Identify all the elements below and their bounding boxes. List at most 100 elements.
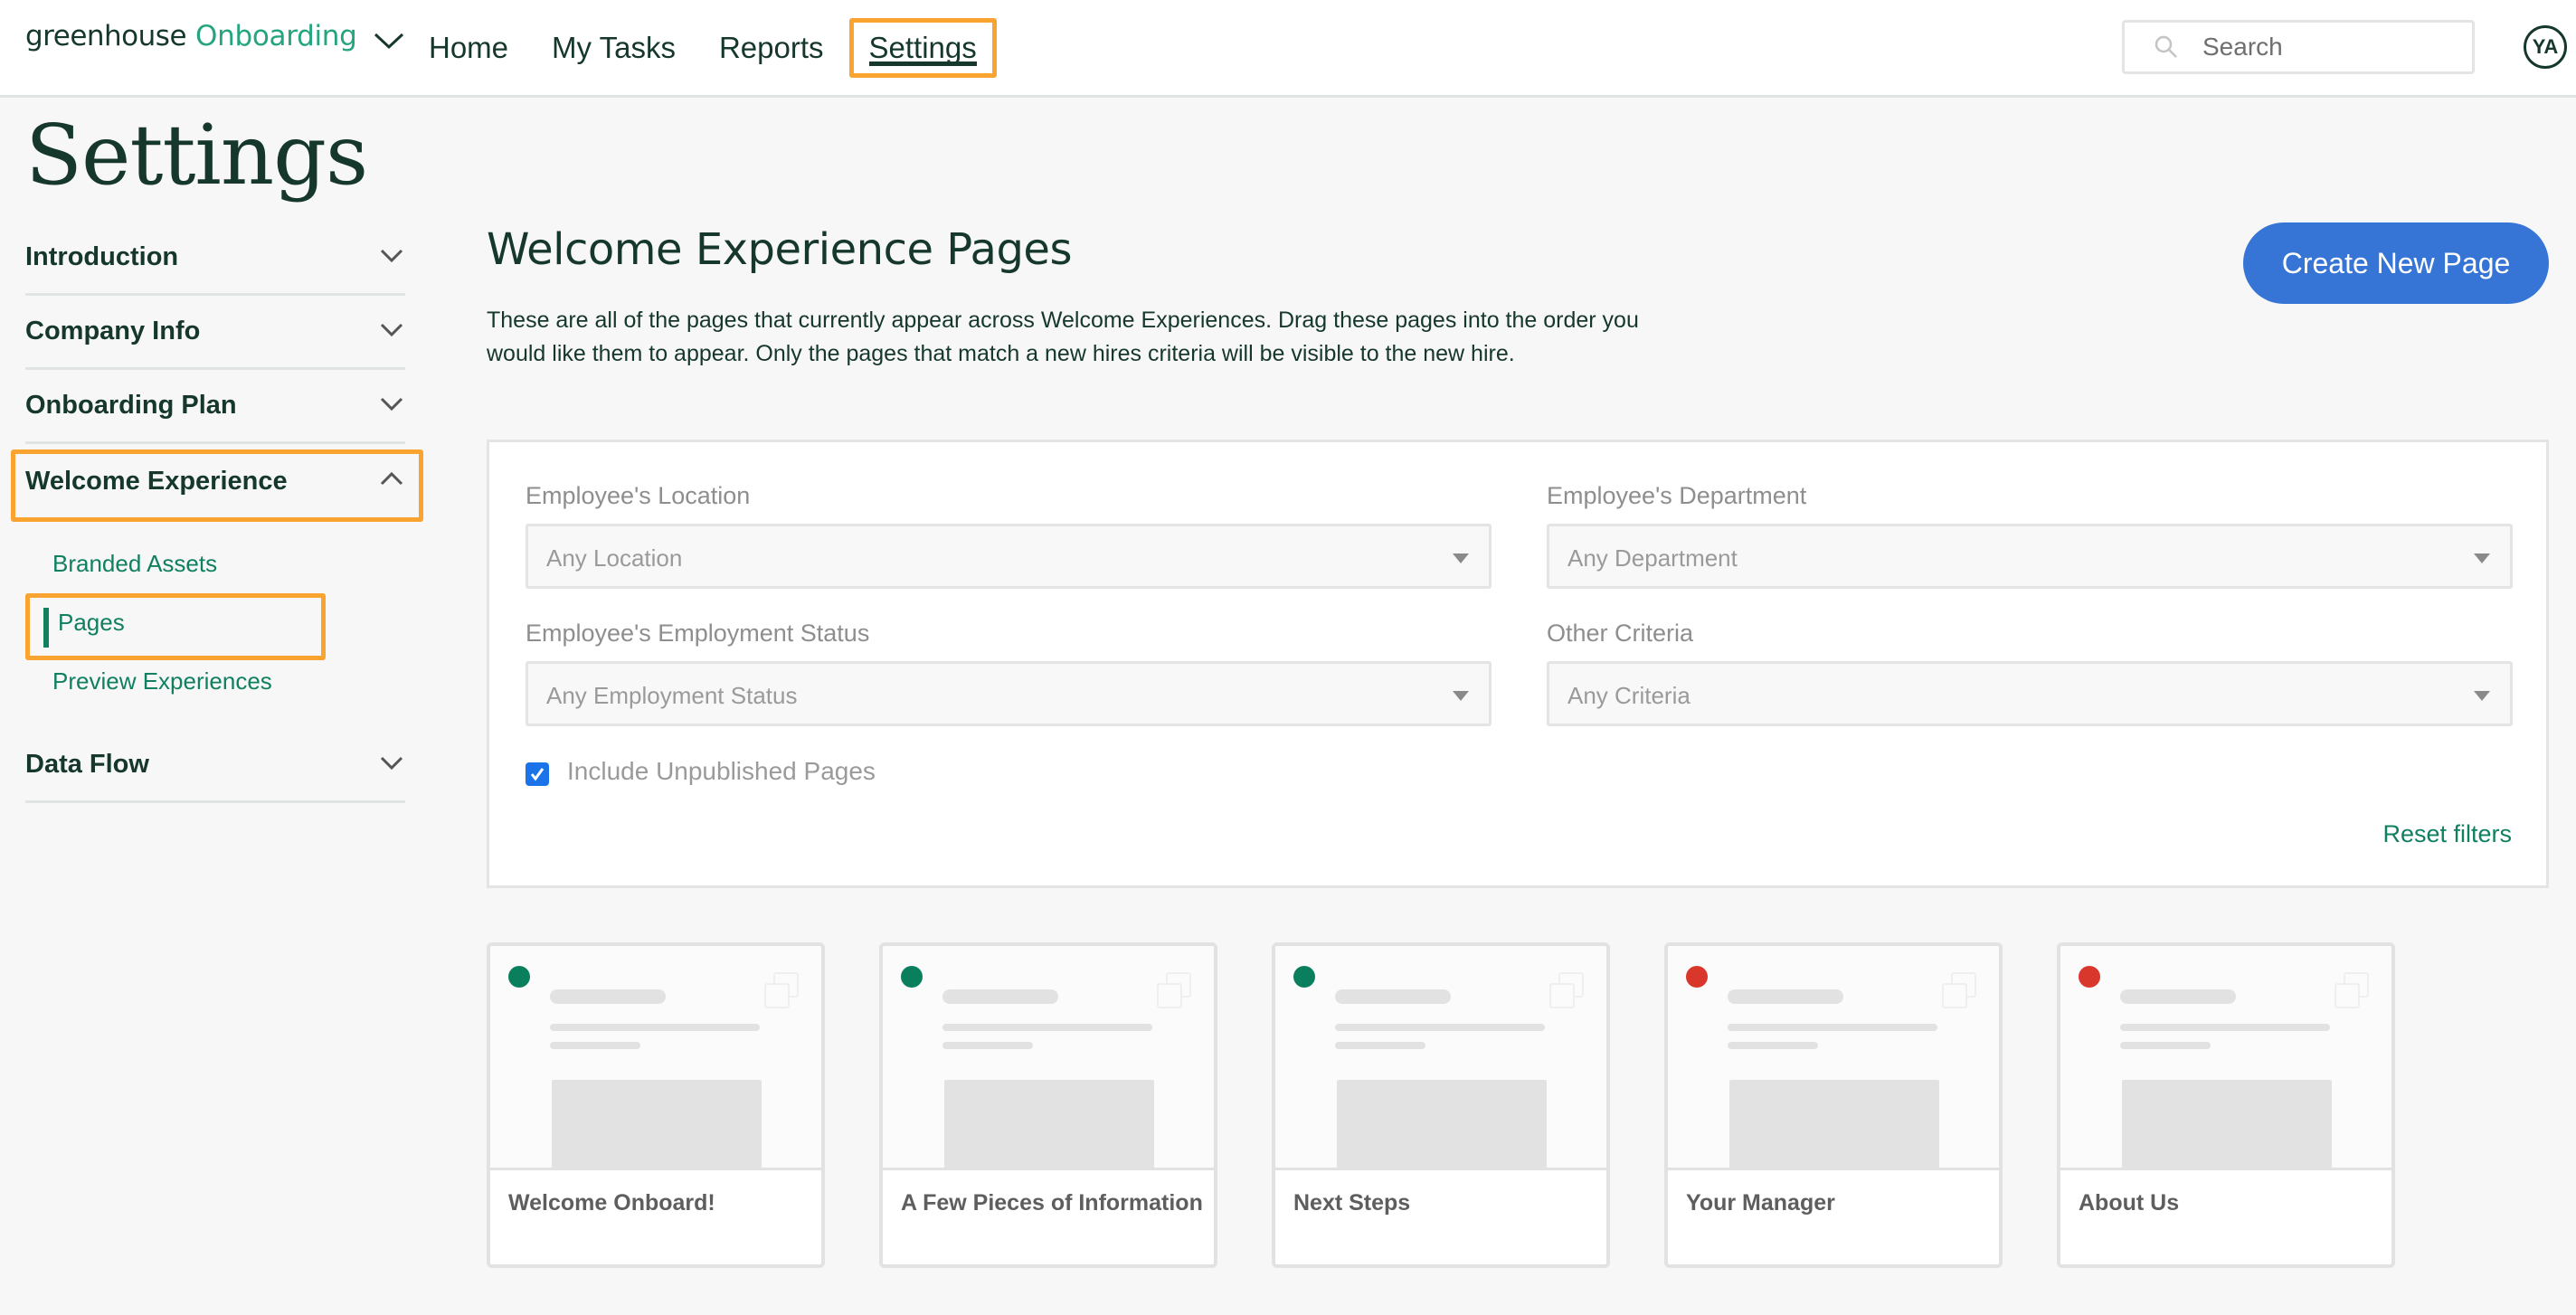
chevron-down-icon	[380, 249, 403, 263]
department-select-value: Any Department	[1567, 544, 1738, 572]
reset-filters-link[interactable]: Reset filters	[2382, 820, 2512, 848]
status-dot-unpublished	[1686, 966, 1708, 988]
nav-home-label: Home	[429, 31, 509, 64]
filter-panel: Employee's Location Any Location Employe…	[487, 440, 2549, 888]
sidebar-section-label: Company Info	[25, 317, 201, 345]
other-criteria-select-value: Any Criteria	[1567, 682, 1690, 709]
caret-down-icon	[2474, 691, 2490, 701]
caret-down-icon	[1453, 553, 1469, 563]
search-input[interactable]: Search	[2122, 20, 2475, 74]
sidebar-item-pages[interactable]: Pages	[25, 593, 405, 660]
duplicate-icon[interactable]	[763, 971, 800, 1009]
include-unpublished-label[interactable]: Include Unpublished Pages	[567, 757, 876, 786]
chevron-up-icon	[380, 471, 403, 486]
placeholder-line	[1335, 1024, 1545, 1031]
sidebar-item-branded-assets[interactable]: Branded Assets	[25, 535, 405, 593]
include-unpublished-checkbox[interactable]	[526, 762, 549, 786]
nav-my-tasks[interactable]: My Tasks	[541, 18, 687, 78]
checkmark-icon	[530, 768, 545, 781]
page-card[interactable]: Welcome Onboard!	[487, 942, 825, 1268]
search-placeholder: Search	[2202, 33, 2283, 61]
nav-home[interactable]: Home	[418, 18, 519, 78]
section-description: These are all of the pages that currentl…	[487, 307, 1639, 366]
location-select-value: Any Location	[546, 544, 683, 572]
placeholder-line	[2120, 989, 2236, 1004]
sidebar-section-welcome-experience[interactable]: Welcome Experience	[11, 444, 423, 522]
sidebar-item-label: Preview Experiences	[52, 667, 272, 695]
placeholder-image	[2122, 1080, 2332, 1170]
placeholder-image	[1729, 1080, 1939, 1170]
page-preview-thumbnail	[2060, 946, 2391, 1170]
nav-reports[interactable]: Reports	[708, 18, 835, 78]
page-card[interactable]: Next Steps	[1272, 942, 1610, 1268]
chevron-down-icon	[380, 397, 403, 412]
caret-down-icon	[1453, 691, 1469, 701]
sidebar-item-label: Branded Assets	[52, 550, 218, 577]
section-title: Welcome Experience Pages	[487, 224, 1072, 275]
nav-settings[interactable]: Settings	[848, 18, 997, 78]
sidebar-item-preview-experiences[interactable]: Preview Experiences	[25, 652, 405, 711]
welcome-experience-subnav: Branded Assets Pages Preview Experiences	[25, 518, 405, 729]
employment-status-select-value: Any Employment Status	[546, 682, 798, 709]
chevron-down-icon[interactable]	[374, 32, 404, 50]
page-card[interactable]: About Us	[2057, 942, 2395, 1268]
page-card-title: Your Manager	[1686, 1190, 1835, 1216]
department-filter-label: Employee's Department	[1547, 482, 1807, 509]
active-indicator	[43, 608, 49, 648]
search-icon	[2155, 35, 2177, 58]
status-dot-published	[508, 966, 530, 988]
duplicate-icon[interactable]	[1941, 971, 1977, 1009]
placeholder-line	[942, 1024, 1152, 1031]
status-dot-published	[901, 966, 923, 988]
status-dot-unpublished	[2079, 966, 2100, 988]
highlight-box	[11, 449, 423, 522]
app-switcher[interactable]: greenhouse Onboarding	[25, 20, 404, 52]
page-preview-thumbnail	[490, 946, 821, 1170]
page-preview-thumbnail	[883, 946, 1214, 1170]
placeholder-line	[1335, 989, 1451, 1004]
placeholder-line	[2120, 1042, 2211, 1049]
page-preview-thumbnail	[1275, 946, 1606, 1170]
highlight-box	[25, 593, 326, 660]
placeholder-image	[944, 1080, 1154, 1170]
page-preview-thumbnail	[1668, 946, 1999, 1170]
user-avatar[interactable]: YA	[2524, 25, 2567, 69]
chevron-down-icon	[380, 756, 403, 771]
page-card[interactable]: A Few Pieces of Information	[879, 942, 1217, 1268]
placeholder-image	[1337, 1080, 1547, 1170]
sidebar-section-company-info[interactable]: Company Info	[25, 296, 405, 370]
placeholder-line	[2120, 1024, 2330, 1031]
nav-reports-label: Reports	[718, 31, 824, 64]
caret-down-icon	[2474, 553, 2490, 563]
page-card-title: About Us	[2079, 1190, 2180, 1216]
sidebar-section-onboarding-plan[interactable]: Onboarding Plan	[25, 370, 405, 444]
duplicate-icon[interactable]	[2334, 971, 2370, 1009]
nav-settings-label: Settings	[868, 31, 977, 64]
sidebar-section-data-flow[interactable]: Data Flow	[25, 729, 405, 803]
page-card-title: A Few Pieces of Information	[901, 1190, 1203, 1216]
main-nav: Home My Tasks Reports Settings	[418, 18, 1018, 78]
page-title: Settings	[25, 107, 368, 203]
placeholder-line	[1728, 1042, 1818, 1049]
employment-status-filter-label: Employee's Employment Status	[526, 620, 870, 647]
location-select[interactable]: Any Location	[526, 524, 1492, 589]
sidebar-section-label: Data Flow	[25, 750, 149, 779]
top-navigation-bar: greenhouse Onboarding Home My Tasks Repo…	[0, 0, 2576, 98]
department-select[interactable]: Any Department	[1547, 524, 2513, 589]
employment-status-select[interactable]: Any Employment Status	[526, 661, 1492, 726]
placeholder-line	[550, 1042, 640, 1049]
other-criteria-select[interactable]: Any Criteria	[1547, 661, 2513, 726]
placeholder-line	[550, 989, 666, 1004]
create-new-page-button[interactable]: Create New Page	[2243, 222, 2549, 304]
sidebar-section-label: Onboarding Plan	[25, 391, 237, 420]
brand-logo-greenhouse: greenhouse	[25, 20, 187, 52]
placeholder-line	[550, 1024, 760, 1031]
page-card[interactable]: Your Manager	[1664, 942, 2003, 1268]
settings-sidebar: Introduction Company Info Onboarding Pla…	[11, 222, 423, 803]
chevron-down-icon	[380, 323, 403, 337]
brand-logo-product: Onboarding	[195, 20, 357, 52]
duplicate-icon[interactable]	[1548, 971, 1585, 1009]
sidebar-section-introduction[interactable]: Introduction	[25, 222, 405, 296]
status-dot-published	[1293, 966, 1315, 988]
duplicate-icon[interactable]	[1156, 971, 1192, 1009]
